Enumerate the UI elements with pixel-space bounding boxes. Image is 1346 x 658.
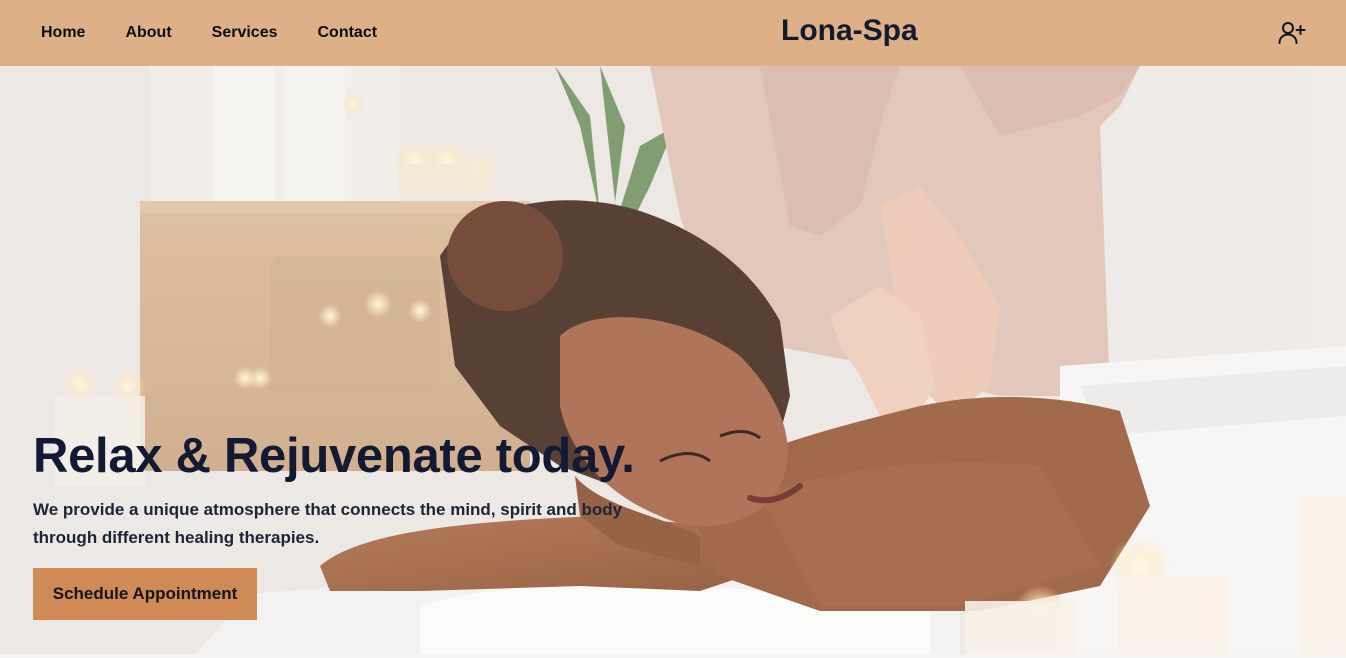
nav-link-contact[interactable]: Contact (318, 24, 378, 42)
nav-link-home[interactable]: Home (41, 24, 85, 42)
user-plus-icon[interactable] (1278, 20, 1306, 46)
nav-link-about[interactable]: About (125, 24, 171, 42)
hero-section: Relax & Rejuvenate today. We provide a u… (0, 66, 1346, 654)
schedule-appointment-button[interactable]: Schedule Appointment (33, 568, 257, 620)
top-navbar: Home About Services Contact Lona-Spa (0, 0, 1346, 66)
nav-links: Home About Services Contact (41, 0, 417, 66)
page-bottom-edge (0, 654, 1346, 658)
hero-subtitle: We provide a unique atmosphere that conn… (33, 500, 623, 547)
nav-link-services[interactable]: Services (212, 24, 278, 42)
brand-logo-text[interactable]: Lona-Spa (781, 14, 918, 48)
hero-title: Relax & Rejuvenate today. (33, 429, 635, 483)
hero-massage-photo (0, 66, 1346, 654)
